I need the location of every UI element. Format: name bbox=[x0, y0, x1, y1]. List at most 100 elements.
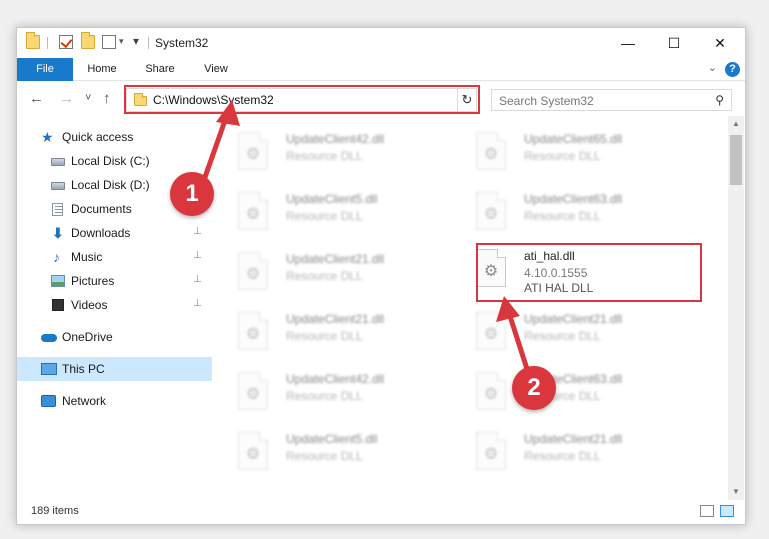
sidebar-item-this-pc[interactable]: This PC bbox=[17, 357, 212, 381]
help-icon[interactable]: ? bbox=[725, 62, 740, 77]
list-item[interactable]: ⚙ UpdateClient21.dll Resource DLL bbox=[214, 306, 444, 354]
file-name: UpdateClient21.dll bbox=[286, 312, 385, 326]
list-item[interactable]: ⚙ UpdateClient42.dll Resource DLL bbox=[214, 366, 444, 414]
sidebar-item-label: Local Disk (D:) bbox=[71, 178, 150, 192]
folder-icon bbox=[26, 32, 40, 49]
list-item[interactable]: ⚙ UpdateClient5.dll Resource DLL bbox=[214, 426, 444, 474]
up-button[interactable]: ↑ bbox=[103, 90, 111, 107]
disk-icon bbox=[51, 182, 65, 190]
step-marker-2: 2 bbox=[512, 366, 556, 410]
maximize-button[interactable]: ☐ bbox=[651, 28, 697, 58]
sidebar-item-onedrive[interactable]: OneDrive bbox=[17, 325, 212, 349]
title-bar: ▾ ▾ System32 — ☐ ✕ bbox=[17, 28, 745, 58]
pin-icon[interactable]: ⊥ bbox=[193, 274, 202, 285]
scroll-down-icon[interactable]: ▼ bbox=[728, 484, 744, 500]
item-count: 189 items bbox=[31, 505, 79, 517]
pin-icon[interactable]: ⊥ bbox=[193, 250, 202, 261]
quick-access-customize-icon[interactable] bbox=[102, 35, 116, 49]
list-item[interactable]: ⚙ UpdateClient21.dll Resource DLL bbox=[452, 306, 682, 354]
list-item[interactable]: ⚙ UpdateClient42.dll Resource DLL bbox=[214, 126, 444, 174]
file-highlight-box bbox=[476, 243, 702, 302]
file-type: Resource DLL bbox=[286, 209, 363, 223]
properties-icon[interactable] bbox=[59, 35, 73, 49]
sidebar-item-label: Quick access bbox=[62, 130, 134, 144]
step-marker-1: 1 bbox=[170, 172, 214, 216]
tab-file[interactable]: File bbox=[17, 58, 73, 81]
expand-ribbon-icon[interactable]: ⌄ bbox=[708, 61, 717, 74]
address-highlight-box bbox=[124, 85, 480, 114]
pin-icon[interactable]: ⊥ bbox=[193, 226, 202, 237]
list-item[interactable]: ⚙ UpdateClient5.dll Resource DLL bbox=[214, 186, 444, 234]
scroll-up-icon[interactable]: ▲ bbox=[728, 116, 744, 132]
gear-icon: ⚙ bbox=[483, 386, 499, 403]
back-button[interactable]: ← bbox=[29, 90, 44, 107]
minimize-button[interactable]: — bbox=[605, 28, 651, 58]
file-name: UpdateClient42.dll bbox=[286, 372, 385, 386]
customize-dropdown-icon[interactable]: ▾ bbox=[119, 36, 124, 47]
search-icon[interactable]: ⚲ bbox=[715, 93, 724, 107]
dll-file-icon: ⚙ bbox=[476, 312, 506, 350]
forward-button[interactable]: → bbox=[59, 90, 74, 107]
file-name: UpdateClient5.dll bbox=[286, 192, 378, 206]
dll-file-icon: ⚙ bbox=[476, 372, 506, 410]
sidebar-item-label: Network bbox=[62, 394, 107, 408]
computer-icon bbox=[41, 363, 57, 375]
sidebar-item-downloads[interactable]: ⬇ Downloads ⊥ bbox=[17, 221, 212, 245]
dll-file-icon: ⚙ bbox=[238, 312, 268, 350]
scroll-thumb[interactable] bbox=[730, 135, 742, 185]
gear-icon: ⚙ bbox=[483, 326, 499, 343]
large-icons-view-icon[interactable] bbox=[720, 505, 734, 517]
sidebar-item-label: Local Disk (C:) bbox=[71, 154, 150, 168]
list-item[interactable]: ⚙ UpdateClient65.dll Resource DLL bbox=[452, 126, 682, 174]
dll-file-icon: ⚙ bbox=[238, 252, 268, 290]
search-placeholder: Search System32 bbox=[499, 94, 594, 108]
qa-overflow-icon[interactable]: ▾ bbox=[133, 34, 139, 48]
file-name: UpdateClient21.dll bbox=[286, 252, 385, 266]
cloud-icon bbox=[41, 334, 57, 342]
file-name: UpdateClient21.dll bbox=[524, 312, 623, 326]
sidebar-item-label: Documents bbox=[71, 202, 132, 216]
gear-icon: ⚙ bbox=[245, 206, 261, 223]
pin-icon[interactable]: ⊥ bbox=[193, 298, 202, 309]
tab-home[interactable]: Home bbox=[79, 58, 125, 81]
sidebar-item-music[interactable]: ♪ Music ⊥ bbox=[17, 245, 212, 269]
list-item[interactable]: ⚙ UpdateClient63.dll Resource DLL bbox=[452, 186, 682, 234]
list-item[interactable]: ⚙ UpdateClient21.dll Resource DLL bbox=[214, 246, 444, 294]
tab-view[interactable]: View bbox=[193, 58, 239, 81]
music-icon: ♪ bbox=[53, 249, 60, 265]
close-button[interactable]: ✕ bbox=[697, 28, 743, 58]
ribbon-tabs: File Home Share View ⌄ ? bbox=[17, 58, 745, 81]
status-bar: 189 items bbox=[17, 500, 745, 524]
dll-file-icon: ⚙ bbox=[238, 432, 268, 470]
file-type: Resource DLL bbox=[286, 149, 363, 163]
sidebar-item-local-disk-c[interactable]: Local Disk (C:) bbox=[17, 149, 212, 173]
file-type: Resource DLL bbox=[524, 149, 601, 163]
dll-file-icon: ⚙ bbox=[476, 192, 506, 230]
list-item[interactable]: ⚙ UpdateClient63.dll Resource DLL bbox=[452, 366, 682, 414]
star-icon: ★ bbox=[41, 129, 54, 145]
file-type: Resource DLL bbox=[524, 209, 601, 223]
file-name: UpdateClient5.dll bbox=[286, 432, 378, 446]
vertical-scrollbar[interactable]: ▲ ▼ bbox=[728, 116, 744, 500]
list-item[interactable]: ⚙ UpdateClient21.dll Resource DLL bbox=[452, 426, 682, 474]
file-list: ⚙ UpdateClient42.dll Resource DLL ⚙ Upda… bbox=[214, 116, 727, 500]
videos-icon bbox=[52, 299, 64, 311]
sidebar-item-pictures[interactable]: Pictures ⊥ bbox=[17, 269, 212, 293]
dll-file-icon: ⚙ bbox=[476, 432, 506, 470]
new-folder-icon[interactable] bbox=[81, 32, 95, 49]
sidebar-item-label: Music bbox=[71, 250, 103, 264]
window-title: System32 bbox=[155, 36, 209, 50]
sidebar-item-videos[interactable]: Videos ⊥ bbox=[17, 293, 212, 317]
recent-locations-icon[interactable]: ˅ bbox=[85, 92, 91, 104]
file-name: UpdateClient65.dll bbox=[524, 132, 623, 146]
gear-icon: ⚙ bbox=[245, 386, 261, 403]
tab-share[interactable]: Share bbox=[137, 58, 183, 81]
gear-icon: ⚙ bbox=[483, 206, 499, 223]
sidebar-item-network[interactable]: Network bbox=[17, 389, 212, 413]
gear-icon: ⚙ bbox=[245, 266, 261, 283]
pictures-icon bbox=[51, 275, 65, 287]
details-view-icon[interactable] bbox=[700, 505, 714, 517]
search-input[interactable]: Search System32 ⚲ bbox=[491, 89, 732, 111]
sidebar-item-label: Videos bbox=[71, 298, 108, 312]
sidebar-item-quick-access[interactable]: ★ Quick access bbox=[17, 125, 212, 149]
